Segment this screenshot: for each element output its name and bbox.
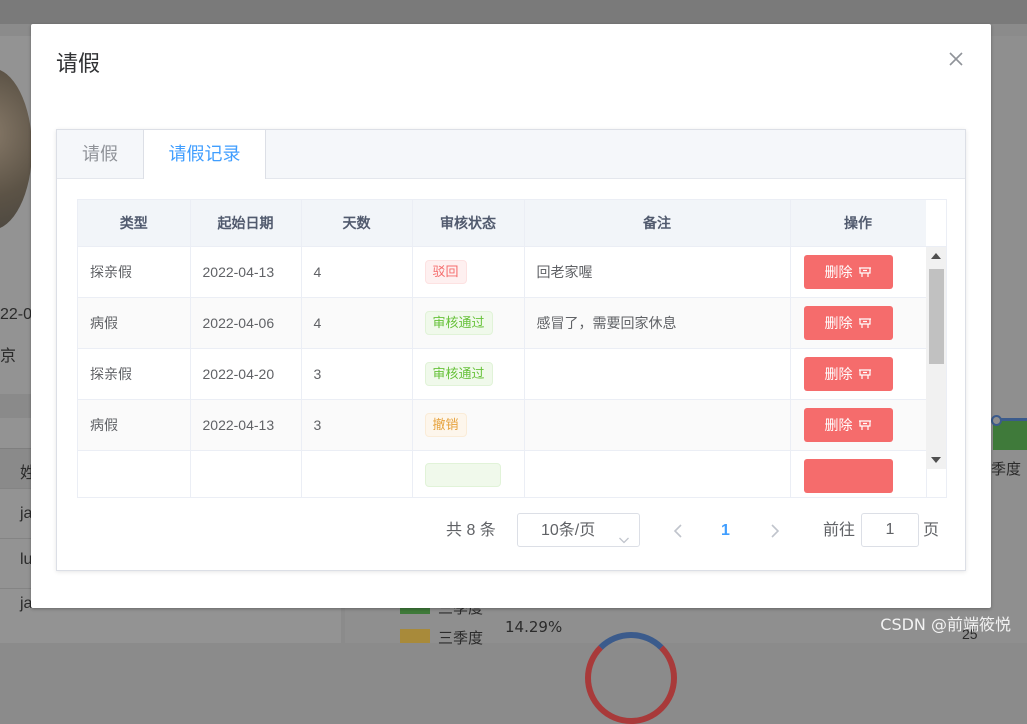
page-suffix-label: 页: [923, 522, 940, 539]
delete-button-label: 删除: [824, 366, 853, 382]
delete-button-label: 删除: [824, 264, 853, 280]
delete-icon: [858, 256, 872, 290]
cell-action: [790, 450, 927, 497]
cell-start-date: [190, 450, 302, 497]
cell-status: 审核通过: [412, 297, 525, 349]
goto-page-input[interactable]: [861, 513, 919, 547]
tabs-header: 请假 请假记录: [57, 130, 965, 179]
delete-button-label: 删除: [824, 417, 853, 433]
table-header-gutter: [926, 200, 946, 247]
cell-note: 回老家喔: [524, 246, 791, 298]
cell-days: [301, 450, 413, 497]
status-badge: 审核通过: [424, 311, 493, 335]
cell-note: [524, 450, 791, 497]
delete-button-label: 删除: [824, 315, 853, 331]
cell-days: 4: [301, 246, 413, 298]
page-number-current[interactable]: 1: [721, 513, 730, 549]
delete-icon: [858, 409, 872, 443]
delete-button-partial[interactable]: [803, 459, 893, 493]
cell-type: [78, 450, 191, 497]
background-pie-ring: [585, 632, 677, 724]
cell-start-date: 2022-04-20: [190, 348, 302, 400]
cell-action: 删除: [790, 348, 927, 400]
background-percent-label: 14.29%: [505, 618, 563, 636]
cell-status: 审核通过: [412, 348, 525, 400]
tabs-card: 请假 请假记录 类型 起始日期 天数 审核状态 备注 操作 探亲假 2022-0…: [56, 129, 966, 571]
table-row-partial: [78, 450, 927, 497]
watermark: CSDN @前端筱悦: [880, 615, 1011, 634]
status-badge: 审核通过: [424, 362, 493, 386]
background-text: 京: [0, 348, 17, 365]
background-topbar: [0, 0, 1027, 24]
close-icon[interactable]: [947, 50, 965, 68]
cell-note: 感冒了，需要回家休息: [524, 297, 791, 349]
table-row: 探亲假 2022-04-20 3 审核通过 删除: [78, 348, 927, 400]
tab-leave[interactable]: 请假: [57, 130, 143, 178]
delete-icon: [858, 307, 872, 341]
dialog-title: 请假: [56, 51, 101, 76]
tab-leave-records[interactable]: 请假记录: [143, 130, 266, 179]
cell-start-date: 2022-04-13: [190, 399, 302, 451]
delete-button[interactable]: 删除: [803, 255, 893, 290]
pagination-total: 共 8 条: [446, 522, 496, 539]
goto-label: 前往: [823, 522, 856, 539]
cell-note: [524, 399, 791, 451]
column-header-type: 类型: [78, 200, 191, 247]
cell-days: 3: [301, 399, 413, 451]
cell-action: 删除: [790, 297, 927, 349]
cell-action: 删除: [790, 399, 927, 451]
scroll-down-arrow-icon[interactable]: [931, 457, 941, 463]
background-legend-label: 三季度: [438, 630, 484, 647]
column-header-note: 备注: [524, 200, 791, 247]
prev-page-icon[interactable]: [671, 522, 685, 540]
cell-days: 3: [301, 348, 413, 400]
table-scrollbar[interactable]: [926, 247, 946, 469]
column-header-status: 审核状态: [412, 200, 525, 247]
cell-start-date: 2022-04-13: [190, 246, 302, 298]
table-row: 病假 2022-04-13 3 撤销 删除: [78, 399, 927, 451]
status-badge: 驳回: [424, 260, 467, 284]
page-size-select[interactable]: 10条/页: [517, 513, 640, 547]
delete-button[interactable]: 删除: [803, 408, 893, 443]
column-header-action: 操作: [790, 200, 927, 247]
table-header-row: 类型 起始日期 天数 审核状态 备注 操作: [78, 200, 927, 247]
next-page-icon[interactable]: [768, 522, 782, 540]
cell-action: 删除: [790, 246, 927, 298]
column-header-start-date: 起始日期: [190, 200, 302, 247]
leave-records-table: 类型 起始日期 天数 审核状态 备注 操作 探亲假 2022-04-13 4 驳…: [77, 199, 947, 498]
cell-start-date: 2022-04-06: [190, 297, 302, 349]
delete-icon: [858, 358, 872, 392]
background-text: 22-0: [0, 306, 33, 323]
delete-button[interactable]: 删除: [803, 357, 893, 392]
cell-note: [524, 348, 791, 400]
cell-status: 驳回: [412, 246, 525, 298]
scroll-up-arrow-icon[interactable]: [931, 253, 941, 259]
scroll-thumb[interactable]: [929, 269, 944, 364]
cell-days: 4: [301, 297, 413, 349]
cell-type: 病假: [78, 399, 191, 451]
pagination: 共 8 条 10条/页 1 前往 页: [57, 513, 965, 549]
delete-button[interactable]: 删除: [803, 306, 893, 341]
background-chart-axis-label: 季度: [991, 461, 1022, 478]
page-size-value: 10条/页: [541, 522, 596, 539]
background-chart-dot: [991, 415, 1002, 426]
cell-type: 探亲假: [78, 246, 191, 298]
status-badge: 撤销: [424, 413, 467, 437]
background-legend-swatch: [400, 629, 430, 643]
cell-status: [412, 450, 525, 497]
cell-status: 撤销: [412, 399, 525, 451]
leave-dialog: 请假 请假 请假记录 类型 起始日期 天数 审核状态 备注 操作 探亲假 202…: [31, 24, 991, 608]
status-badge-partial: [424, 463, 501, 487]
cell-type: 病假: [78, 297, 191, 349]
table-row: 探亲假 2022-04-13 4 驳回 回老家喔 删除: [78, 246, 927, 298]
column-header-days: 天数: [301, 200, 413, 247]
table-row: 病假 2022-04-06 4 审核通过 感冒了，需要回家休息 删除: [78, 297, 927, 349]
cell-type: 探亲假: [78, 348, 191, 400]
chevron-down-icon: [618, 525, 630, 544]
